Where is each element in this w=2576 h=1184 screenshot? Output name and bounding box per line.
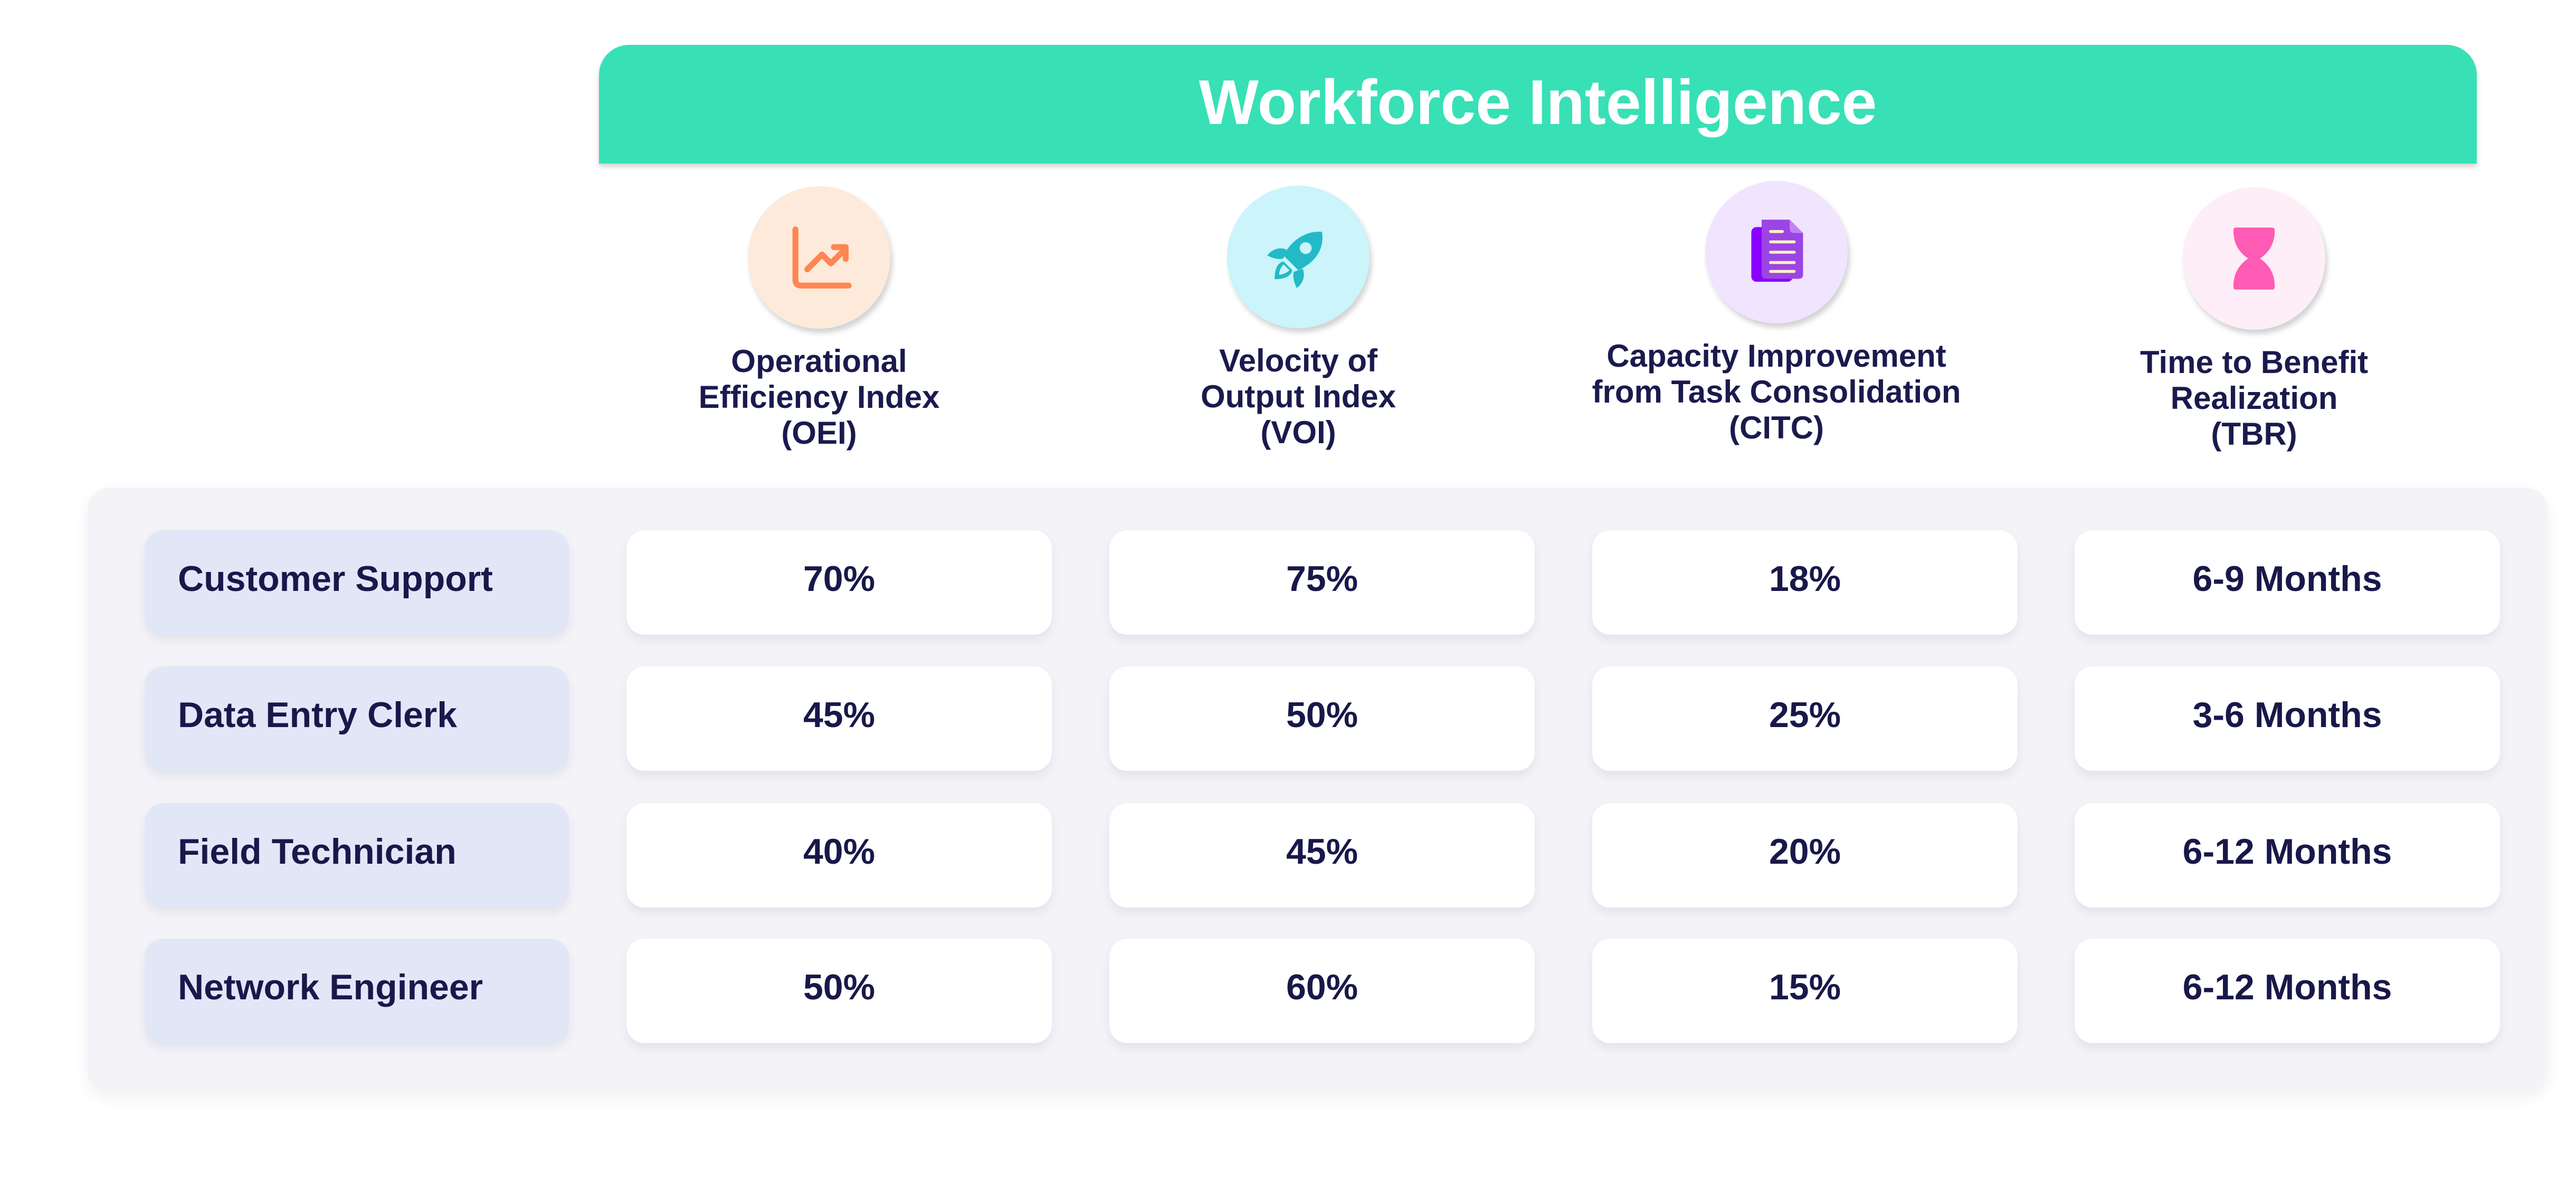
table-cell: 6-12 Months xyxy=(2075,939,2500,1043)
table-cell: 75% xyxy=(1109,530,1535,635)
rocket-icon xyxy=(1227,186,1370,328)
row-label-field-technician: Field Technician xyxy=(145,803,569,908)
table-cell: 20% xyxy=(1592,803,2018,908)
document-icon xyxy=(1705,181,1848,323)
column-header-oei: Operational Efficiency Index (OEI) xyxy=(603,186,1035,451)
column-label: Operational Efficiency Index (OEI) xyxy=(698,343,940,451)
row-label-customer-support: Customer Support xyxy=(145,530,569,635)
column-label: Time to Benefit Realization (TBR) xyxy=(2140,345,2369,452)
trending-up-chart-icon xyxy=(748,186,890,329)
table-cell: 3-6 Months xyxy=(2075,666,2500,771)
table-cell: 60% xyxy=(1109,939,1535,1043)
table-cell: 45% xyxy=(1109,803,1535,908)
column-label: Velocity of Output Index (VOI) xyxy=(1201,343,1396,450)
row-label-data-entry-clerk: Data Entry Clerk xyxy=(145,666,569,771)
table-cell: 40% xyxy=(626,803,1052,908)
table-cell: 6-9 Months xyxy=(2075,530,2500,635)
table-cell: 18% xyxy=(1592,530,2018,635)
hourglass-icon xyxy=(2183,187,2325,330)
column-header-voi: Velocity of Output Index (VOI) xyxy=(1082,186,1515,451)
table-cell: 50% xyxy=(1109,666,1535,771)
table-cell: 25% xyxy=(1592,666,2018,771)
table-cell: 15% xyxy=(1592,939,2018,1043)
table-cell: 50% xyxy=(626,939,1052,1043)
table-cell: 70% xyxy=(626,530,1052,635)
row-label-network-engineer: Network Engineer xyxy=(145,939,569,1043)
column-label: Capacity Improvement from Task Consolida… xyxy=(1592,338,1961,445)
column-header-citc: Capacity Improvement from Task Consolida… xyxy=(1560,181,1993,446)
header-banner: Workforce Intelligence xyxy=(599,45,2477,164)
table-cell: 45% xyxy=(626,666,1052,771)
table-cell: 6-12 Months xyxy=(2075,803,2500,908)
column-header-tbr: Time to Benefit Realization (TBR) xyxy=(2038,187,2470,452)
page-title: Workforce Intelligence xyxy=(1199,66,1877,138)
